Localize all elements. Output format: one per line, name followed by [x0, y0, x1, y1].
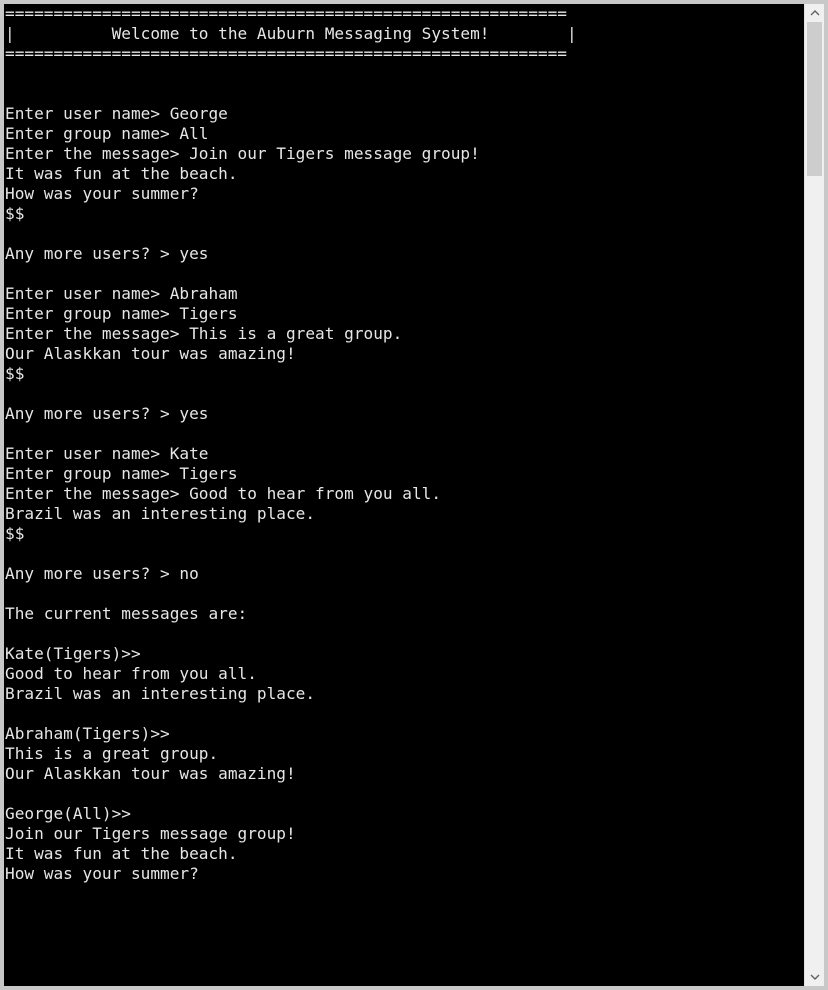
console-line: Our Alaskkan tour was amazing! — [5, 764, 296, 783]
console-line: Enter group name> All — [5, 124, 209, 143]
console-line: Any more users? > no — [5, 564, 199, 583]
vertical-scrollbar[interactable] — [804, 4, 824, 986]
console-line: Enter user name> George — [5, 104, 228, 123]
console-line: Kate(Tigers)>> — [5, 644, 141, 663]
console-line: ========================================… — [5, 4, 567, 23]
console-line: Enter user name> Abraham — [5, 284, 238, 303]
terminal-output[interactable]: ========================================… — [4, 4, 804, 986]
console-line: Enter the message> Good to hear from you… — [5, 484, 442, 503]
scrollbar-thumb[interactable] — [807, 22, 822, 176]
console-line: $$ — [5, 524, 25, 543]
console-line: This is a great group. — [5, 744, 219, 763]
console-line: How was your summer? — [5, 184, 199, 203]
console-line: Any more users? > yes — [5, 404, 209, 423]
chevron-down-icon — [810, 974, 819, 980]
chevron-up-icon — [810, 10, 819, 16]
console-line: Any more users? > yes — [5, 244, 209, 263]
console-line: The current messages are: — [5, 604, 248, 623]
console-line: Good to hear from you all. — [5, 664, 257, 683]
console-line: It was fun at the beach. — [5, 844, 238, 863]
console-line: $$ — [5, 204, 25, 223]
console-line: Enter the message> Join our Tigers messa… — [5, 144, 480, 163]
console-line: | Welcome to the Auburn Messaging System… — [5, 24, 577, 43]
console-line: Brazil was an interesting place. — [5, 504, 316, 523]
scroll-down-button[interactable] — [805, 968, 824, 986]
console-line: Join our Tigers message group! — [5, 824, 296, 843]
console-line: $$ — [5, 364, 25, 383]
console-line: How was your summer? — [5, 864, 199, 883]
console-line: Enter group name> Tigers — [5, 304, 238, 323]
console-line: Abraham(Tigers)>> — [5, 724, 170, 743]
console-window: ========================================… — [0, 0, 828, 990]
console-line: Enter user name> Kate — [5, 444, 209, 463]
console-line: It was fun at the beach. — [5, 164, 238, 183]
console-line: ========================================… — [5, 44, 567, 63]
console-line: Our Alaskkan tour was amazing! — [5, 344, 296, 363]
console-line: Enter the message> This is a great group… — [5, 324, 403, 343]
console-text: ========================================… — [4, 4, 804, 884]
console-line: George(All)>> — [5, 804, 131, 823]
console-line: Enter group name> Tigers — [5, 464, 238, 483]
console-line: Brazil was an interesting place. — [5, 684, 316, 703]
scroll-up-button[interactable] — [805, 4, 824, 22]
